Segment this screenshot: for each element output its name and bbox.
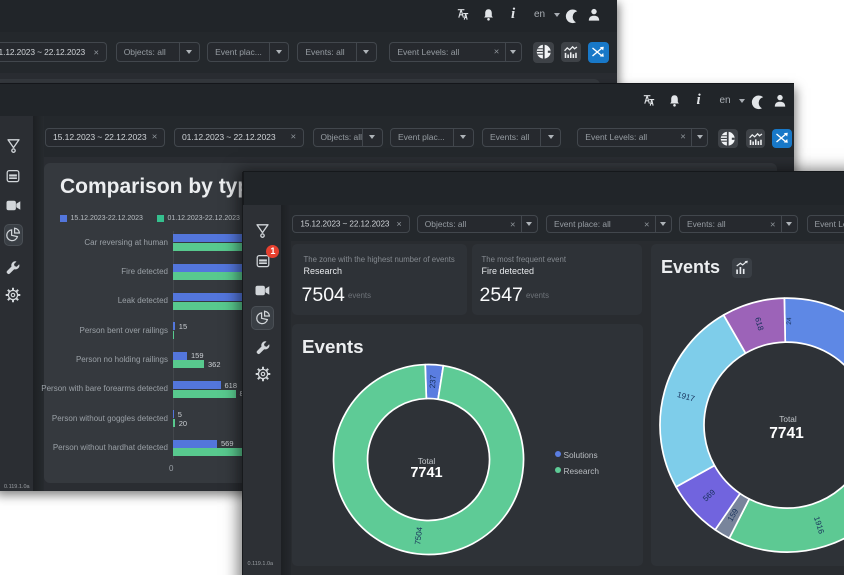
svg-text:24: 24 — [786, 317, 793, 325]
svg-text:237: 237 — [428, 374, 438, 388]
